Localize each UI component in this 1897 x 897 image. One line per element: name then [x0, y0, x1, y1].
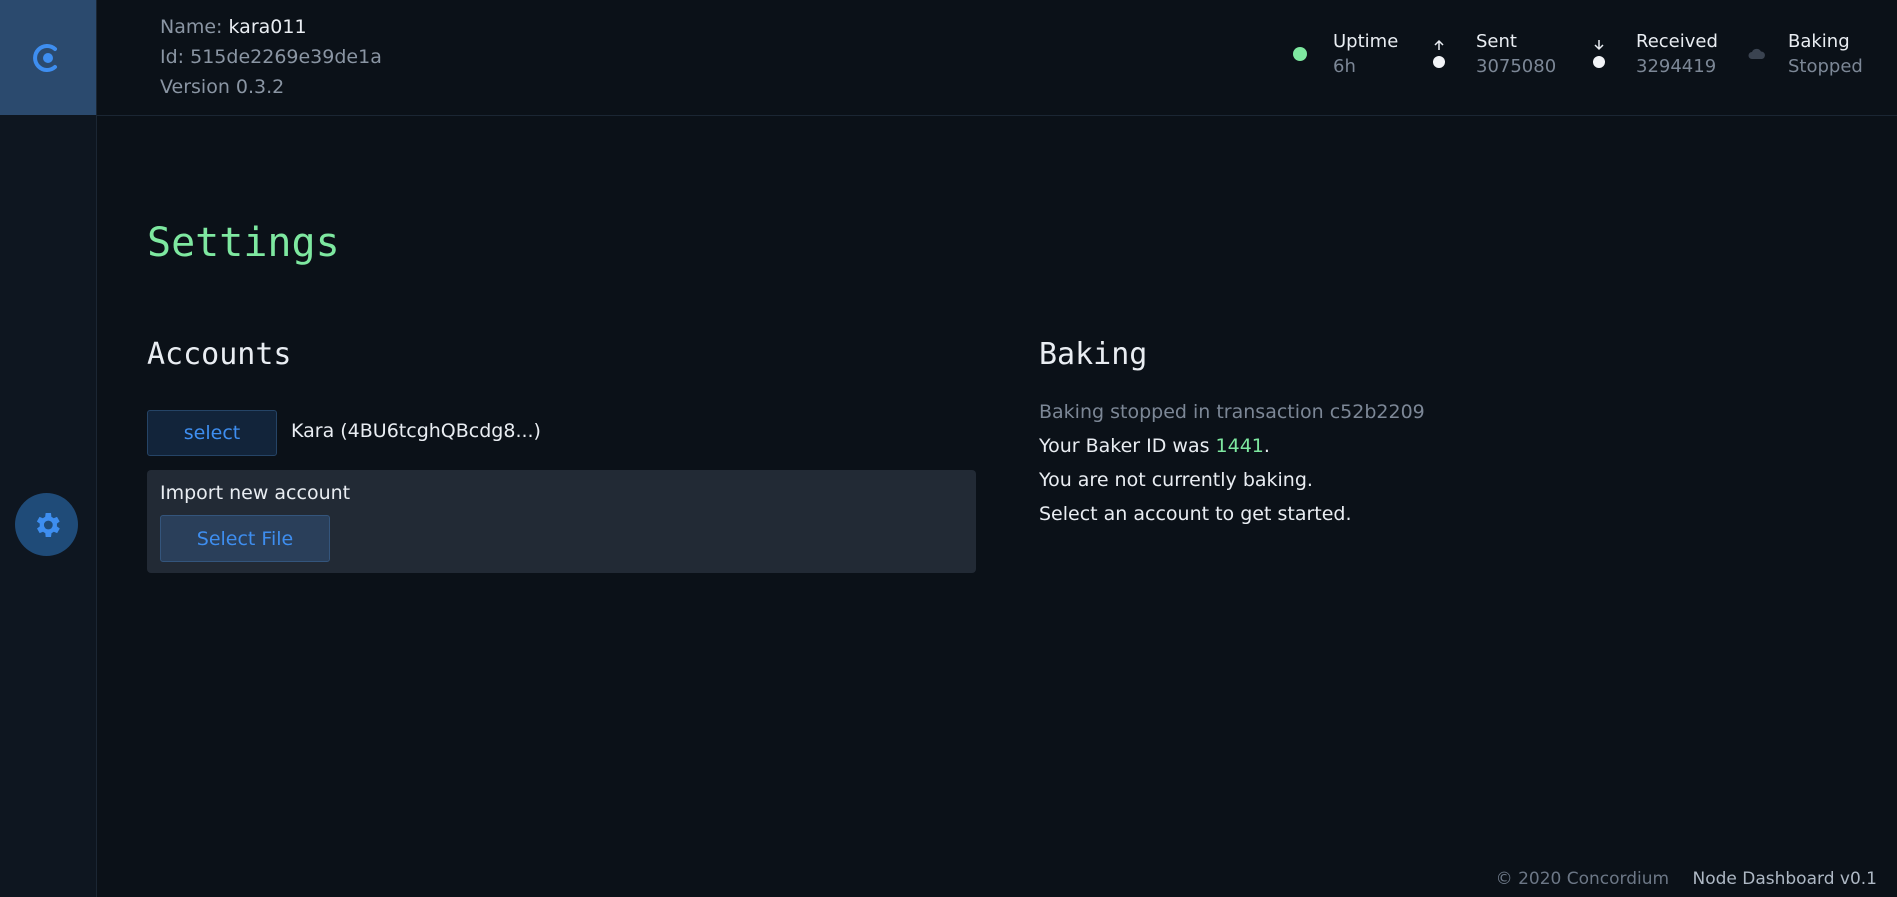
concordium-logo-icon — [33, 43, 57, 72]
baker-id-line: Your Baker ID was 1441. — [1039, 429, 1425, 463]
baker-id-prefix: Your Baker ID was — [1039, 435, 1216, 457]
stat-sent-value: 3075080 — [1476, 56, 1557, 77]
node-id-label: Id: — [160, 46, 185, 68]
app-root: Name: kara011 Id: 515de2269e39de1a Versi… — [0, 0, 1897, 897]
logo[interactable] — [0, 0, 96, 115]
stat-baking-label: Baking — [1788, 31, 1850, 52]
node-version-label: Version — [160, 76, 230, 98]
node-name-row: Name: kara011 — [160, 12, 382, 42]
status-dot-icon — [1293, 47, 1307, 61]
node-info: Name: kara011 Id: 515de2269e39de1a Versi… — [160, 12, 382, 102]
stat-sent-label: Sent — [1476, 31, 1517, 52]
stat-uptime: Uptime 6h — [1333, 30, 1398, 80]
stat-received-value: 3294419 — [1636, 56, 1717, 77]
node-name-label: Name: — [160, 16, 223, 38]
not-baking-line: You are not currently baking. — [1039, 469, 1313, 491]
stat-received: Received 3294419 — [1636, 30, 1718, 80]
stat-received-label: Received — [1636, 31, 1718, 52]
node-id-value: 515de2269e39de1a — [190, 46, 382, 68]
baking-info: Baking stopped in transaction c52b2209 Y… — [1039, 395, 1425, 531]
node-name-value: kara011 — [228, 16, 307, 38]
accounts-title: Accounts — [147, 337, 292, 372]
stat-uptime-value: 6h — [1333, 56, 1356, 77]
stat-sent: Sent 3075080 — [1476, 30, 1556, 80]
stat-uptime-label: Uptime — [1333, 31, 1399, 52]
baking-status: Baking stopped in transaction c52b2209 — [1039, 401, 1425, 423]
sidebar — [0, 0, 97, 897]
baker-id-suffix: . — [1263, 435, 1270, 457]
received-dot-icon — [1593, 56, 1605, 68]
stat-baking-value: Stopped — [1788, 56, 1863, 77]
get-started-line: Select an account to get started. — [1039, 503, 1352, 525]
arrow-down-icon — [1594, 40, 1604, 51]
header: Name: kara011 Id: 515de2269e39de1a Versi… — [97, 0, 1897, 116]
page-title: Settings — [147, 220, 340, 266]
baker-id-value: 1441 — [1215, 435, 1264, 457]
footer-copyright: © 2020 Concordium — [1495, 869, 1670, 889]
gear-icon — [36, 512, 60, 537]
node-version-value: 0.3.2 — [235, 76, 285, 98]
select-file-button[interactable]: Select File — [160, 515, 330, 562]
sent-dot-icon — [1433, 56, 1445, 68]
import-account-label: Import new account — [160, 482, 351, 504]
node-version-row: Version 0.3.2 — [160, 72, 382, 102]
stat-baking: Baking Stopped — [1788, 30, 1863, 80]
account-name: Kara (4BU6tcghQBcdg8...) — [291, 420, 541, 442]
import-account-panel: Import new account Select File — [147, 470, 976, 573]
node-id-row: Id: 515de2269e39de1a — [160, 42, 382, 72]
arrow-up-icon — [1434, 39, 1444, 50]
select-account-button[interactable]: select — [147, 410, 277, 456]
footer-app-version: Node Dashboard v0.1 — [1692, 869, 1877, 889]
baking-title: Baking — [1039, 337, 1148, 372]
footer: © 2020 Concordium Node Dashboard v0.1 — [1496, 869, 1877, 889]
settings-nav-button[interactable] — [15, 493, 78, 556]
cloud-icon — [1748, 48, 1765, 59]
